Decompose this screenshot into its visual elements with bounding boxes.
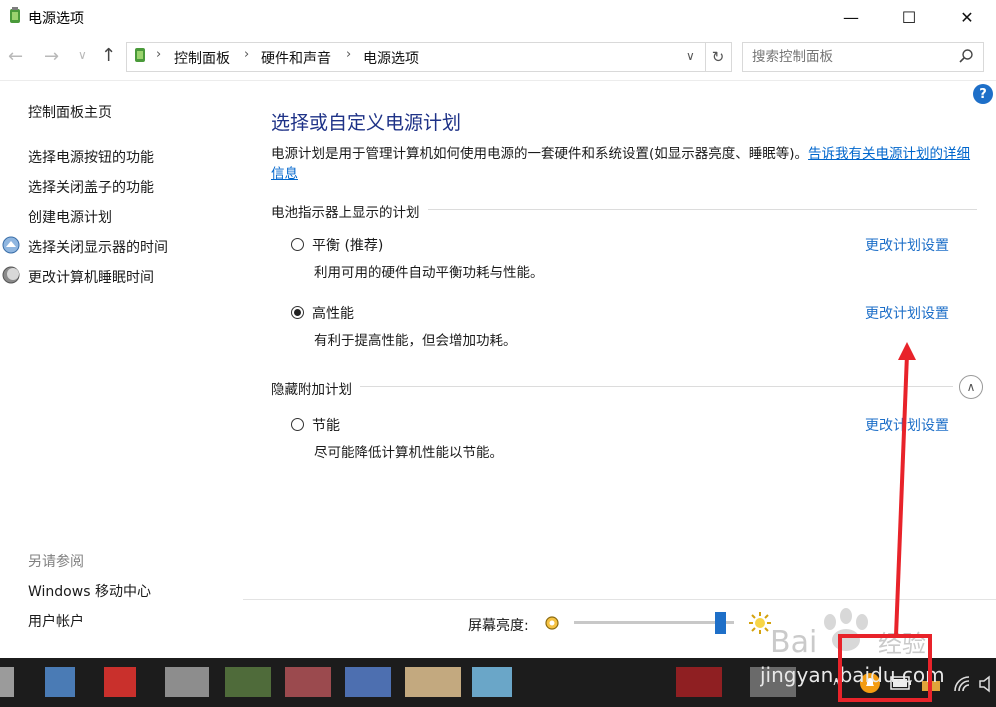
plan-high-performance-settings-link[interactable]: 更改计划设置: [865, 303, 949, 323]
see-also-user-accounts-link[interactable]: 用户帐户: [28, 611, 84, 631]
plan-power-saver-desc: 尽可能降低计算机性能以节能。: [314, 445, 503, 461]
breadcrumb-hardware-sound[interactable]: 硬件和声音: [261, 48, 331, 68]
description-text: 电源计划是用于管理计算机如何使用电源的一套硬件和系统设置(如显示器亮度、睡眠等)…: [271, 146, 809, 162]
power-options-icon: [10, 7, 20, 23]
volume-icon[interactable]: [978, 675, 996, 693]
close-icon: ✕: [960, 7, 974, 27]
sidebar-lid-link[interactable]: 选择关闭盖子的功能: [28, 177, 154, 197]
taskbar-blurred-app[interactable]: [0, 667, 14, 697]
taskbar-blurred-app[interactable]: [405, 667, 461, 697]
breadcrumb-separator: ›: [244, 47, 250, 62]
svg-text:Bai: Bai: [770, 625, 817, 660]
page-title: 选择或自定义电源计划: [271, 112, 462, 134]
refresh-button[interactable]: ↻: [705, 42, 732, 72]
plan-balanced-desc: 利用可用的硬件自动平衡功耗与性能。: [314, 265, 544, 281]
search-input[interactable]: [750, 46, 954, 68]
plan-high-performance-desc: 有利于提高性能，但会增加功耗。: [314, 333, 517, 349]
sleep-moon-icon: [2, 266, 20, 284]
taskbar-blurred-app[interactable]: [285, 667, 331, 697]
plan-power-saver-radio[interactable]: [291, 418, 304, 431]
plan-balanced-settings-link[interactable]: 更改计划设置: [865, 235, 949, 255]
brightness-slider-thumb[interactable]: [715, 612, 726, 634]
sidebar-display-off-link[interactable]: 选择关闭显示器的时间: [28, 237, 168, 257]
taskbar-blurred-app[interactable]: [165, 667, 209, 697]
breadcrumb-separator: ›: [346, 47, 352, 62]
see-also-heading: 另请参阅: [28, 554, 84, 570]
annotation-arrow: [894, 342, 916, 637]
brightness-slider-track[interactable]: [574, 621, 734, 624]
control-panel-icon: [135, 48, 145, 62]
address-dropdown-icon[interactable]: ∨: [686, 49, 695, 63]
hidden-plans-heading: 隐藏附加计划: [271, 378, 360, 398]
section-divider: [271, 386, 953, 387]
close-button[interactable]: ✕: [938, 0, 996, 34]
plan-power-saver-name[interactable]: 节能: [312, 415, 340, 435]
annotation-highlight-box: [838, 634, 932, 702]
minimize-icon: —: [843, 7, 859, 27]
plan-high-performance-radio[interactable]: [291, 306, 304, 319]
forward-arrow-icon[interactable]: →: [44, 46, 59, 67]
breadcrumb-separator: ›: [156, 47, 162, 62]
plan-balanced-name[interactable]: 平衡 (推荐): [312, 235, 383, 255]
taskbar-blurred-app[interactable]: [676, 667, 722, 697]
nav-divider: [0, 80, 996, 81]
radio-selected-dot: [294, 309, 301, 316]
minimize-button[interactable]: —: [822, 0, 880, 34]
display-off-icon: [2, 236, 20, 254]
page-description: 电源计划是用于管理计算机如何使用电源的一套硬件和系统设置(如显示器亮度、睡眠等)…: [271, 144, 981, 184]
help-icon[interactable]: ?: [973, 84, 993, 104]
search-icon[interactable]: [958, 48, 974, 64]
maximize-icon: ☐: [901, 7, 917, 27]
taskbar-blurred-app[interactable]: [345, 667, 391, 697]
plan-high-performance-name[interactable]: 高性能: [312, 303, 354, 323]
sidebar-create-plan-link[interactable]: 创建电源计划: [28, 207, 112, 227]
collapse-chevron-icon[interactable]: ∧: [959, 375, 983, 399]
brightness-label: 屏幕亮度:: [468, 618, 529, 634]
back-arrow-icon[interactable]: ←: [8, 46, 23, 67]
window-title: 电源选项: [28, 11, 84, 27]
plan-balanced-radio[interactable]: [291, 238, 304, 251]
breadcrumb-control-panel[interactable]: 控制面板: [174, 48, 230, 68]
sidebar-sleep-link[interactable]: 更改计算机睡眠时间: [28, 267, 154, 287]
taskbar-blurred-app[interactable]: [104, 667, 136, 697]
taskbar-blurred-app[interactable]: [472, 667, 512, 697]
sidebar-home-link[interactable]: 控制面板主页: [28, 102, 112, 122]
maximize-button[interactable]: ☐: [880, 0, 938, 34]
breadcrumb-power-options[interactable]: 电源选项: [363, 48, 419, 68]
up-arrow-icon[interactable]: ↑: [101, 45, 116, 66]
brightness-low-icon: [545, 616, 559, 630]
battery-section-heading: 电池指示器上显示的计划: [271, 201, 428, 221]
taskbar-blurred-app[interactable]: [45, 667, 75, 697]
see-also-mobility-center-link[interactable]: Windows 移动中心: [28, 581, 151, 601]
sidebar-power-button-link[interactable]: 选择电源按钮的功能: [28, 147, 154, 167]
taskbar-blurred-app[interactable]: [225, 667, 271, 697]
refresh-icon: ↻: [711, 48, 725, 66]
recent-chevron-icon[interactable]: ∨: [78, 48, 87, 62]
